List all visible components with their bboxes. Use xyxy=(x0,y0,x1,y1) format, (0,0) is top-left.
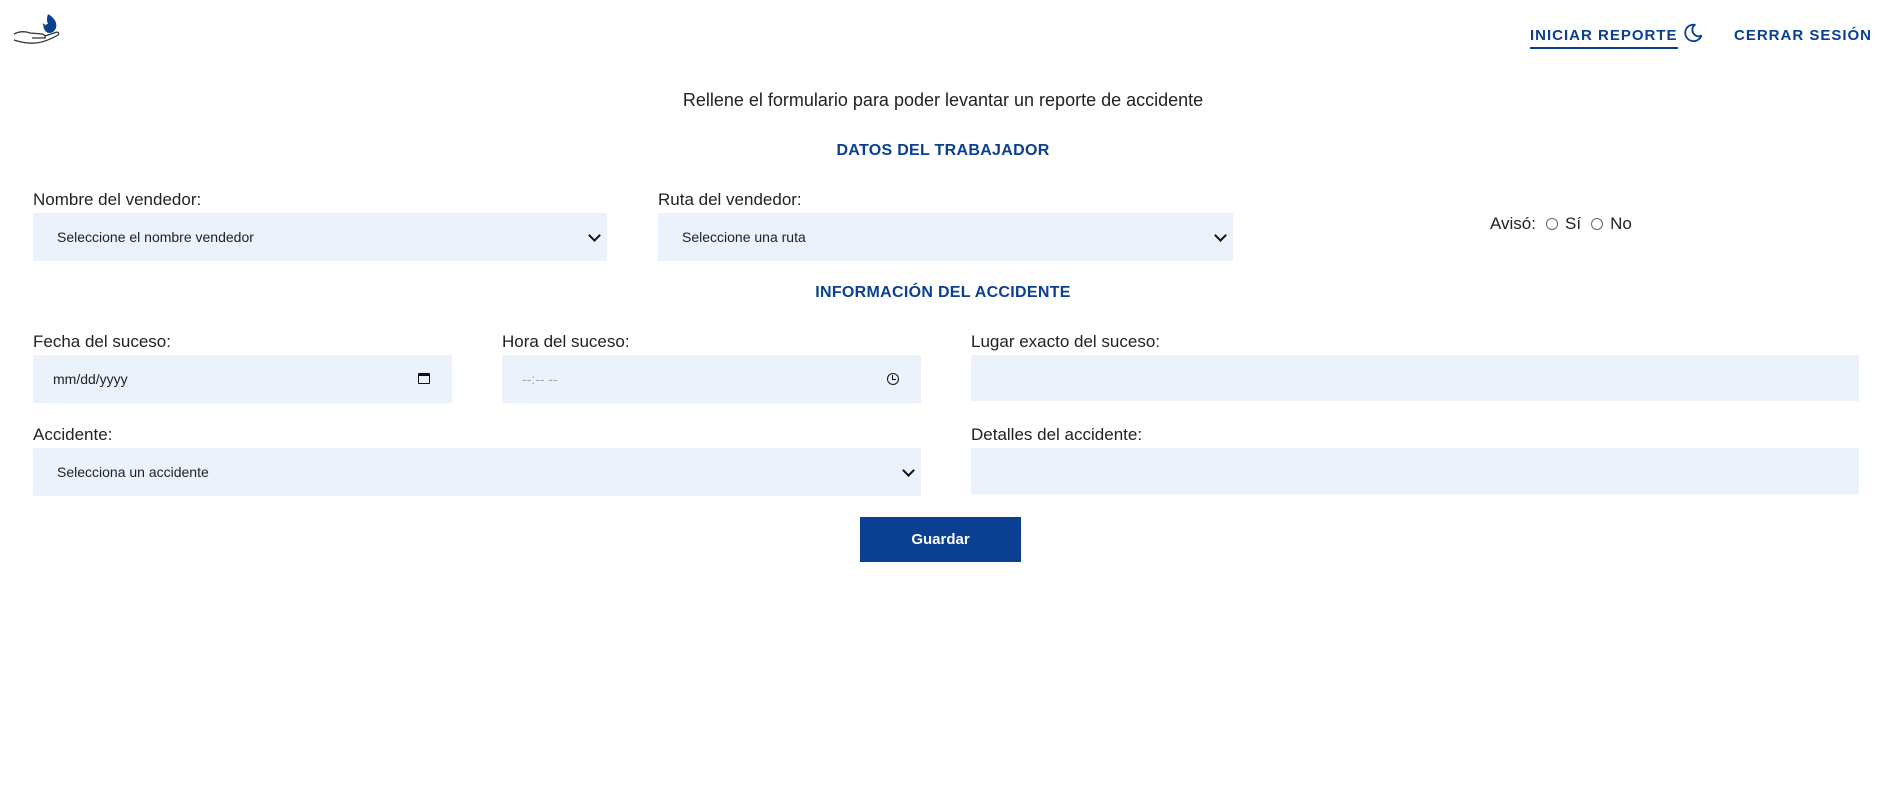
seller-name-label: Nombre del vendedor: xyxy=(33,190,202,209)
nav-iniciar-reporte[interactable]: INICIAR REPORTE xyxy=(1530,27,1678,49)
details-input[interactable] xyxy=(971,448,1859,494)
notified-yes-label[interactable]: Sí xyxy=(1565,214,1581,234)
time-label: Hora del suceso: xyxy=(502,332,630,351)
section-title-worker: DATOS DEL TRABAJADOR xyxy=(836,142,1050,159)
date-label: Fecha del suceso: xyxy=(33,332,171,351)
chevron-down-icon xyxy=(902,464,915,477)
notified-no-radio[interactable] xyxy=(1591,218,1604,230)
intro-text: Rellene el formulario para poder levanta… xyxy=(682,90,1204,110)
notified-no-label[interactable]: No xyxy=(1610,214,1632,234)
calendar-icon[interactable] xyxy=(418,373,430,384)
moon-icon[interactable] xyxy=(1682,22,1704,44)
notified-label: Avisó: xyxy=(1490,214,1536,233)
save-button[interactable]: Guardar xyxy=(860,517,1021,562)
chevron-down-icon xyxy=(588,229,601,242)
accident-select[interactable]: Selecciona un accidente xyxy=(33,448,921,496)
route-label: Ruta del vendedor: xyxy=(658,190,802,209)
notified-radio-group: Avisó: Sí No xyxy=(1490,214,1632,234)
route-select-value: Seleccione una ruta xyxy=(682,229,806,245)
time-input[interactable]: --:-- -- xyxy=(502,355,921,403)
notified-yes-radio[interactable] xyxy=(1546,218,1558,230)
date-input-placeholder: mm/dd/yyyy xyxy=(53,371,128,387)
date-input[interactable]: mm/dd/yyyy xyxy=(33,355,452,403)
place-label: Lugar exacto del suceso: xyxy=(971,332,1161,351)
seller-name-select-value: Seleccione el nombre vendedor xyxy=(57,229,254,245)
seller-name-select[interactable]: Seleccione el nombre vendedor xyxy=(33,213,607,261)
hand-with-flame-logo[interactable] xyxy=(12,12,62,46)
accident-select-value: Selecciona un accidente xyxy=(57,464,209,480)
time-input-placeholder: --:-- -- xyxy=(522,371,558,387)
route-select[interactable]: Seleccione una ruta xyxy=(658,213,1233,261)
chevron-down-icon xyxy=(1214,229,1227,242)
clock-icon[interactable] xyxy=(887,373,899,385)
accident-label: Accidente: xyxy=(33,425,113,444)
section-title-accident: INFORMACIÓN DEL ACCIDENTE xyxy=(815,284,1071,301)
details-label: Detalles del accidente: xyxy=(971,425,1143,444)
nav-cerrar-sesion[interactable]: CERRAR SESIÓN xyxy=(1734,27,1872,44)
place-input[interactable] xyxy=(971,355,1859,401)
